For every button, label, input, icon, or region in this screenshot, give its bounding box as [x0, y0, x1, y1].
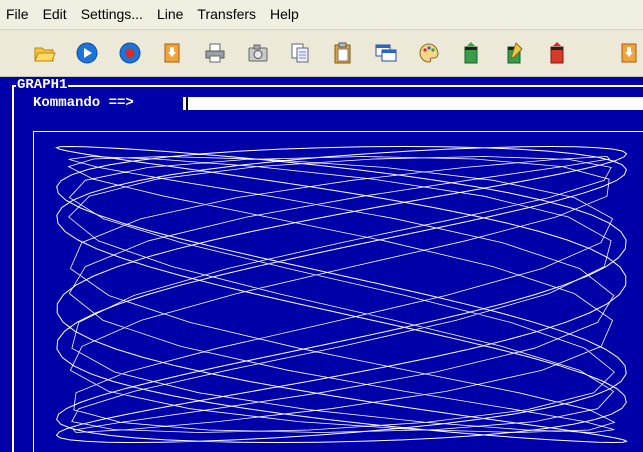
terminal-screen[interactable]: GRAPH1 Kommando ==> — [0, 77, 643, 452]
paste-icon[interactable] — [329, 39, 357, 67]
play-icon[interactable] — [73, 39, 101, 67]
frame-border-top — [12, 85, 643, 87]
palette-icon[interactable] — [415, 39, 443, 67]
menu-edit[interactable]: Edit — [36, 0, 74, 29]
toolbar — [0, 30, 643, 77]
text-cursor — [186, 97, 188, 110]
transfer-up-icon[interactable] — [457, 39, 485, 67]
lissajous-plot — [55, 145, 628, 444]
frame-border-left — [12, 85, 14, 452]
menu-bar: File Edit Settings... Line Transfers Hel… — [0, 0, 643, 30]
menu-file[interactable]: File — [0, 0, 36, 29]
menu-settings[interactable]: Settings... — [74, 0, 150, 29]
camera-icon[interactable] — [244, 39, 272, 67]
menu-help[interactable]: Help — [263, 0, 306, 29]
receive-icon[interactable] — [615, 39, 643, 67]
command-input[interactable] — [183, 97, 643, 110]
printer-icon[interactable] — [201, 39, 229, 67]
command-label: Kommando ==> — [33, 95, 134, 111]
copy-icon[interactable] — [286, 39, 314, 67]
folder-open-icon[interactable] — [31, 39, 59, 67]
edit-transfer-icon[interactable] — [500, 39, 528, 67]
menu-transfers[interactable]: Transfers — [190, 0, 263, 29]
menu-line[interactable]: Line — [150, 0, 190, 29]
download-icon[interactable] — [158, 39, 186, 67]
transfer-down-icon[interactable] — [543, 39, 571, 67]
graph-title: GRAPH1 — [16, 77, 69, 93]
record-icon[interactable] — [116, 39, 144, 67]
windows-icon[interactable] — [372, 39, 400, 67]
